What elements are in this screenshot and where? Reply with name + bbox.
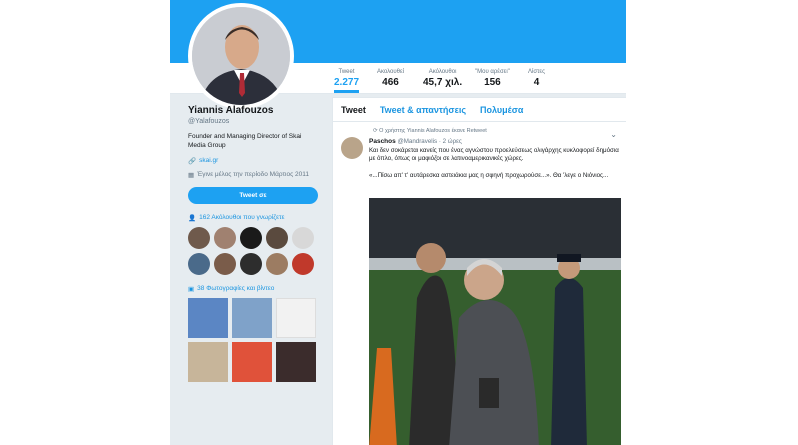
stat-followers[interactable]: Ακόλουθοι 45,7 χιλ.	[423, 69, 462, 88]
photos-grid	[188, 297, 320, 382]
retweet-icon: ⟳	[373, 128, 378, 134]
stat-lists[interactable]: Λίστες 4	[528, 69, 545, 88]
profile-bio: Founder and Managing Director of Skai Me…	[188, 133, 302, 149]
tab-tweets-replies[interactable]: Tweet & απαντήσεις	[380, 105, 466, 115]
timeline: Tweet Tweet & απαντήσεις Πολυμέσα ⟳ Ο χρ…	[332, 97, 626, 445]
tweet-author[interactable]: Paschos @Mandravelis · 2 ώρες	[369, 137, 619, 147]
tab-media[interactable]: Πολυμέσα	[480, 105, 523, 115]
follower-avatar[interactable]	[266, 252, 288, 275]
tweet-item[interactable]: ⟳ Ο χρήστης Yiannis Alafouzos έκανε Retw…	[333, 122, 626, 187]
follower-avatar[interactable]	[188, 252, 210, 275]
profile-link[interactable]: 🔗 skai.gr	[188, 157, 320, 165]
follower-avatar[interactable]	[292, 226, 314, 249]
photo-thumb[interactable]	[188, 341, 228, 382]
profile-sidebar: Yiannis Alafouzos @Yalafouzos Founder an…	[188, 105, 320, 382]
photo-thumb[interactable]	[232, 341, 272, 382]
photos-videos-link[interactable]: ▣ 38 Φωτογραφίες και βίντεο	[188, 285, 320, 293]
follower-avatar[interactable]	[240, 226, 262, 249]
followers-you-know[interactable]: 👤 162 Ακόλουθοι που γνωρίζετε	[188, 214, 320, 222]
tab-tweets[interactable]: Tweet	[341, 105, 366, 115]
tweet-author-avatar[interactable]	[341, 137, 363, 159]
profile-page: Tweet 2.277 Ακολουθεί 466 Ακόλουθοι 45,7…	[170, 0, 626, 445]
timeline-tabs: Tweet Tweet & απαντήσεις Πολυμέσα	[333, 98, 626, 122]
follower-avatar[interactable]	[214, 226, 236, 249]
profile-avatar[interactable]	[188, 3, 294, 109]
follower-avatar[interactable]	[214, 252, 236, 275]
tweet-to-button[interactable]: Tweet σε	[188, 186, 318, 204]
stat-following[interactable]: Ακολουθεί 466	[377, 69, 404, 88]
person-icon: 👤	[188, 214, 197, 222]
follower-avatar[interactable]	[266, 226, 288, 249]
profile-handle[interactable]: @Yalafouzos	[188, 118, 320, 125]
calendar-icon: ▦	[188, 171, 195, 179]
chevron-down-icon[interactable]: ⌄	[610, 130, 617, 139]
follower-avatar[interactable]	[240, 252, 262, 275]
photo-thumb[interactable]	[188, 297, 228, 338]
followers-grid	[188, 226, 320, 275]
stat-tweets[interactable]: Tweet 2.277	[334, 69, 360, 93]
stat-likes[interactable]: "Μου αρέσει" 156	[475, 69, 510, 88]
tweet-quote: «...Πίσω απ' τ' αυτάρεσκα αστειάκια μας …	[369, 172, 609, 180]
photo-thumb[interactable]	[276, 297, 316, 338]
photo-thumb[interactable]	[232, 297, 272, 338]
follower-avatar[interactable]	[188, 226, 210, 249]
profile-name[interactable]: Yiannis Alafouzos	[188, 105, 320, 116]
tweet-media-image[interactable]	[369, 198, 621, 445]
link-icon: 🔗	[188, 157, 197, 165]
tweet-text: Και δεν σοκάρεται κανείς που ένας αγνώστ…	[369, 146, 619, 163]
profile-joined: ▦ Έγινε μέλος την περίοδο Μάρτιος 2011	[188, 170, 309, 179]
photo-thumb[interactable]	[276, 341, 316, 382]
retweet-indicator: ⟳ Ο χρήστης Yiannis Alafouzos έκανε Retw…	[373, 128, 487, 134]
follower-avatar[interactable]	[292, 252, 314, 275]
image-icon: ▣	[188, 285, 195, 293]
